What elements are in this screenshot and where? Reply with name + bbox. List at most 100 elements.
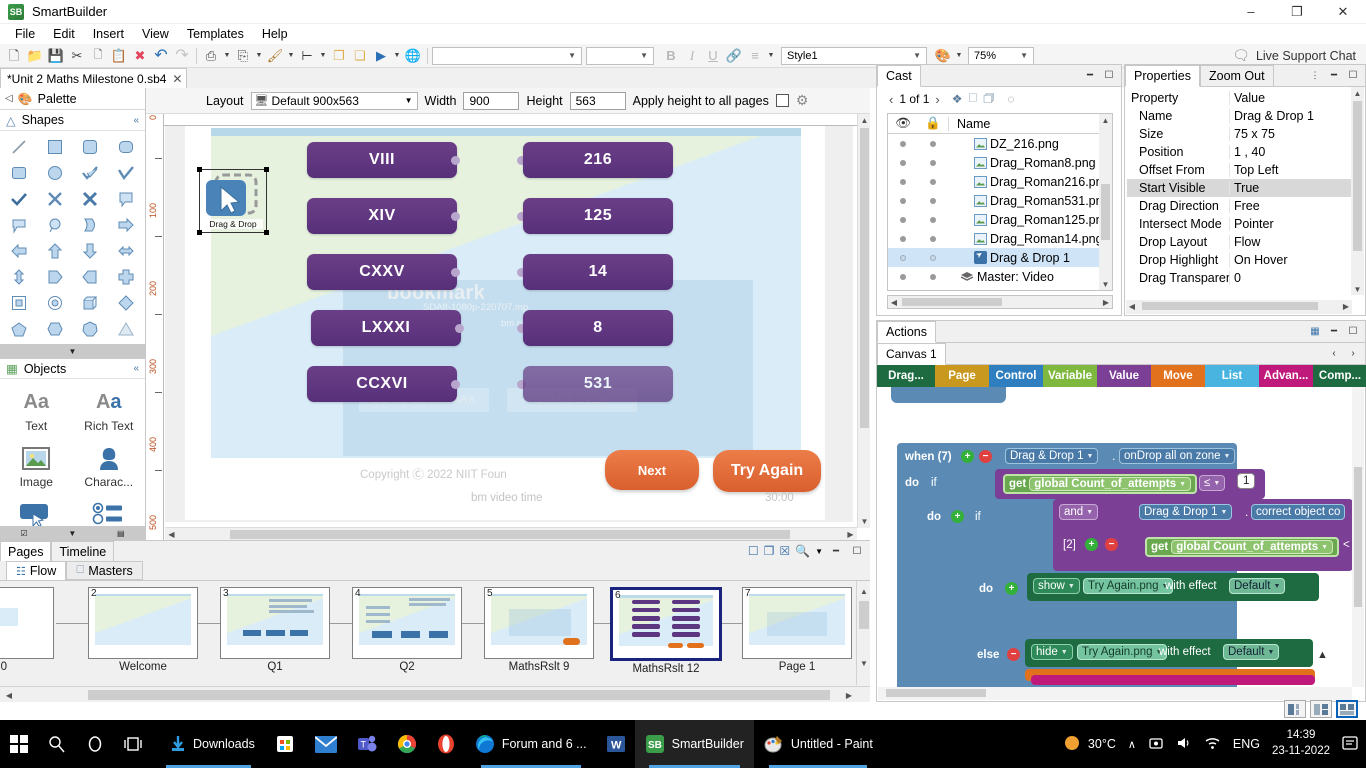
- cast-list-item[interactable]: Drag_Roman14.png: [888, 229, 1112, 248]
- cast-maximize-icon[interactable]: ☐: [1101, 69, 1117, 83]
- taskbar-item-edge[interactable]: Forum and 6 ...: [465, 720, 597, 768]
- start-button[interactable]: [0, 720, 38, 768]
- props-scroll-thumb[interactable]: [1353, 101, 1362, 251]
- lock-icon[interactable]: 🔒: [918, 116, 948, 131]
- cast-vertical-scrollbar[interactable]: ▲ ▼: [1099, 114, 1112, 290]
- property-value[interactable]: 0: [1229, 271, 1352, 285]
- cast-next-icon[interactable]: ›: [935, 92, 939, 107]
- property-row[interactable]: Drop Layout Flow: [1127, 233, 1352, 251]
- cast-list-item[interactable]: Drag_Roman216.pn: [888, 172, 1112, 191]
- pages-minimize-icon[interactable]: ━: [828, 544, 844, 558]
- shape-square[interactable]: [38, 134, 73, 159]
- properties-horizontal-scrollbar[interactable]: ◀ ▶: [1126, 300, 1352, 314]
- search-icon[interactable]: 🔍: [795, 544, 810, 558]
- resize-handle-se[interactable]: [264, 230, 269, 235]
- live-support-chat-button[interactable]: 🗨 Live Support Chat: [1232, 47, 1356, 64]
- cast-scroll-thumb[interactable]: [1101, 184, 1110, 240]
- visibility-dot[interactable]: [888, 159, 918, 166]
- shape-check-wide[interactable]: [109, 160, 144, 185]
- checkbox-object-icon[interactable]: ☑: [20, 529, 27, 538]
- align-objects-icon[interactable]: ⊢: [297, 46, 317, 66]
- add-cast-member-icon[interactable]: ❖: [952, 92, 963, 106]
- page-thumbnail[interactable]: 2: [88, 587, 198, 659]
- block-effect-dropdown-2[interactable]: Default ▼: [1223, 644, 1280, 660]
- shape-circle[interactable]: [38, 160, 73, 185]
- block-effect-dropdown[interactable]: Default ▼: [1229, 578, 1286, 594]
- page-thumbnail-selected[interactable]: 6: [610, 587, 722, 661]
- number-tile[interactable]: 216: [523, 142, 673, 178]
- format-painter-chevron-down-icon[interactable]: ▼: [286, 52, 296, 59]
- menu-insert[interactable]: Insert: [84, 25, 133, 43]
- save-icon[interactable]: 💾: [46, 46, 66, 66]
- actions-maximize-icon[interactable]: ☐: [1345, 325, 1361, 339]
- pages-scroll-thumb[interactable]: [859, 601, 869, 629]
- block-get-variable-1[interactable]: get global Count_of_attempts ▼: [1003, 474, 1198, 494]
- pages-scroll-up-icon[interactable]: ▲: [857, 585, 870, 597]
- visibility-dot[interactable]: [888, 197, 918, 204]
- tab-flow[interactable]: ☷ Flow: [6, 561, 67, 580]
- cast-hscroll-thumb[interactable]: [902, 298, 1002, 306]
- actions-horizontal-scrollbar[interactable]: [878, 687, 1352, 700]
- italic-button[interactable]: I: [682, 48, 702, 64]
- properties-maximize-icon[interactable]: ☐: [1345, 69, 1361, 83]
- apply-height-checkbox[interactable]: [775, 94, 789, 107]
- add-page-icon[interactable]: ☐: [748, 544, 759, 558]
- screen-capture-icon[interactable]: [1148, 736, 1164, 753]
- property-value[interactable]: Top Left: [1229, 163, 1352, 177]
- menu-help[interactable]: Help: [253, 25, 297, 43]
- shape-hexagon[interactable]: [38, 316, 73, 341]
- layout-bottom-view-button[interactable]: [1336, 700, 1358, 718]
- block-global-variable-1[interactable]: global Count_of_attempts ▼: [1029, 477, 1192, 491]
- objects-section-header[interactable]: ▦ Objects «: [0, 358, 145, 379]
- lock-dot[interactable]: [918, 235, 948, 242]
- preview-play-icon[interactable]: ▶: [371, 46, 391, 66]
- pages-hscroll-thumb[interactable]: [88, 690, 830, 700]
- props-hscroll-thumb[interactable]: [1142, 302, 1318, 310]
- objects-scroll-more[interactable]: ☑ ▼ ▤: [0, 526, 145, 540]
- pages-scroll-right-icon[interactable]: ▶: [842, 688, 856, 702]
- number-tile[interactable]: 14: [523, 254, 673, 290]
- properties-options-icon[interactable]: ⋮: [1307, 69, 1323, 83]
- cast-filter-icon[interactable]: ◌: [1007, 92, 1014, 106]
- block-tab-drag[interactable]: Drag...: [877, 365, 935, 387]
- block-and-operator[interactable]: and ▼: [1059, 504, 1099, 520]
- shape-callout-box[interactable]: [109, 186, 144, 211]
- taskbar-item-word[interactable]: W: [597, 720, 635, 768]
- palette-collapse-icon[interactable]: ◁: [5, 93, 13, 104]
- menu-view[interactable]: View: [133, 25, 178, 43]
- props-scroll-right-icon[interactable]: ▶: [1340, 300, 1352, 312]
- props-scroll-down-icon[interactable]: ▼: [1351, 283, 1364, 295]
- objects-more-chevron-down-icon[interactable]: ▼: [68, 529, 76, 538]
- scroll-thumb-vertical[interactable]: [860, 128, 869, 428]
- clock[interactable]: 14:39 23-11-2022: [1272, 728, 1330, 759]
- notification-icon[interactable]: [1342, 735, 1358, 753]
- block-partial-magenta[interactable]: [1031, 675, 1315, 685]
- taskbar-item-store[interactable]: [265, 720, 305, 768]
- roman-tile[interactable]: LXXXI: [311, 310, 461, 346]
- object-character[interactable]: Charac...: [73, 439, 146, 495]
- property-row[interactable]: Intersect Mode Pointer: [1127, 215, 1352, 233]
- visibility-dot[interactable]: [888, 140, 918, 147]
- props-scroll-up-icon[interactable]: ▲: [1351, 87, 1364, 99]
- insert-object-icon[interactable]: ⎙: [201, 46, 221, 66]
- block-object-dropdown-2[interactable]: Drag & Drop 1 ▼: [1139, 504, 1233, 520]
- block-when-remove-button[interactable]: −: [979, 450, 992, 463]
- block-when-object-dropdown[interactable]: Drag & Drop 1 ▼: [1005, 448, 1099, 464]
- insert-media-chevron-down-icon[interactable]: ▼: [254, 52, 264, 59]
- page-stage[interactable]: bookmark SDA8-1080p-220707.mp 527.0s boo…: [165, 126, 853, 522]
- menu-edit[interactable]: Edit: [44, 25, 84, 43]
- property-value[interactable]: Drag & Drop 1: [1229, 109, 1352, 123]
- insert-object-chevron-down-icon[interactable]: ▼: [222, 52, 232, 59]
- language-indicator[interactable]: ENG: [1233, 737, 1260, 751]
- shape-x-burst[interactable]: [38, 186, 73, 211]
- page-thumbnails[interactable]: e 0 2 Welcome 3: [0, 581, 870, 685]
- taskbar-item-paint[interactable]: Untitled - Paint: [754, 720, 883, 768]
- roman-tile[interactable]: CCXVI: [307, 366, 457, 402]
- align-text-icon[interactable]: ≡: [745, 48, 765, 63]
- menu-file[interactable]: File: [6, 25, 44, 43]
- tab-properties[interactable]: Properties: [1125, 65, 1200, 87]
- taskbar-item-teams[interactable]: T: [347, 720, 387, 768]
- cast-scroll-left-icon[interactable]: ◀: [888, 296, 900, 308]
- property-row-selected[interactable]: Start Visible True: [1127, 179, 1352, 197]
- tab-zoom-out[interactable]: Zoom Out: [1199, 65, 1274, 87]
